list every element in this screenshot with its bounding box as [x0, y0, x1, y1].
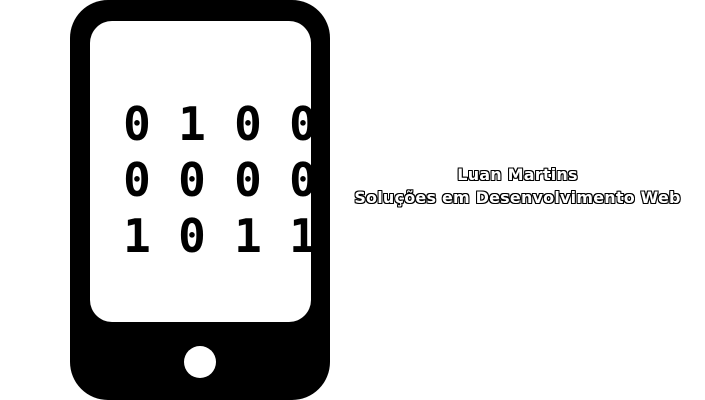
binary-digit: 1: [234, 209, 262, 263]
binary-digit: 0: [289, 153, 317, 207]
binary-digit: 0: [123, 153, 151, 207]
binary-digit: 1: [289, 209, 317, 263]
binary-digit: 0: [234, 97, 262, 151]
author-name: Luan Martins: [457, 165, 578, 184]
binary-digit: 0: [178, 153, 206, 207]
binary-digit: 0: [289, 97, 317, 151]
binary-digit: 0: [234, 153, 262, 207]
home-button-icon: [184, 346, 216, 378]
binary-digit: 1: [123, 209, 151, 263]
smartphone-icon: 0 1 0 0 0 0 0 0 1 0 1 1: [70, 0, 330, 400]
binary-grid: 0 1 0 0 0 0 0 0 1 0 1 1: [90, 21, 317, 322]
binary-digit: 0: [123, 97, 151, 151]
binary-digit: 1: [178, 97, 206, 151]
caption: Luan Martins Soluções em Desenvolvimento…: [330, 163, 705, 209]
phone-screen: 0 1 0 0 0 0 0 0 1 0 1 1: [90, 21, 317, 322]
binary-digit: 0: [178, 209, 206, 263]
tagline: Soluções em Desenvolvimento Web: [354, 188, 681, 207]
